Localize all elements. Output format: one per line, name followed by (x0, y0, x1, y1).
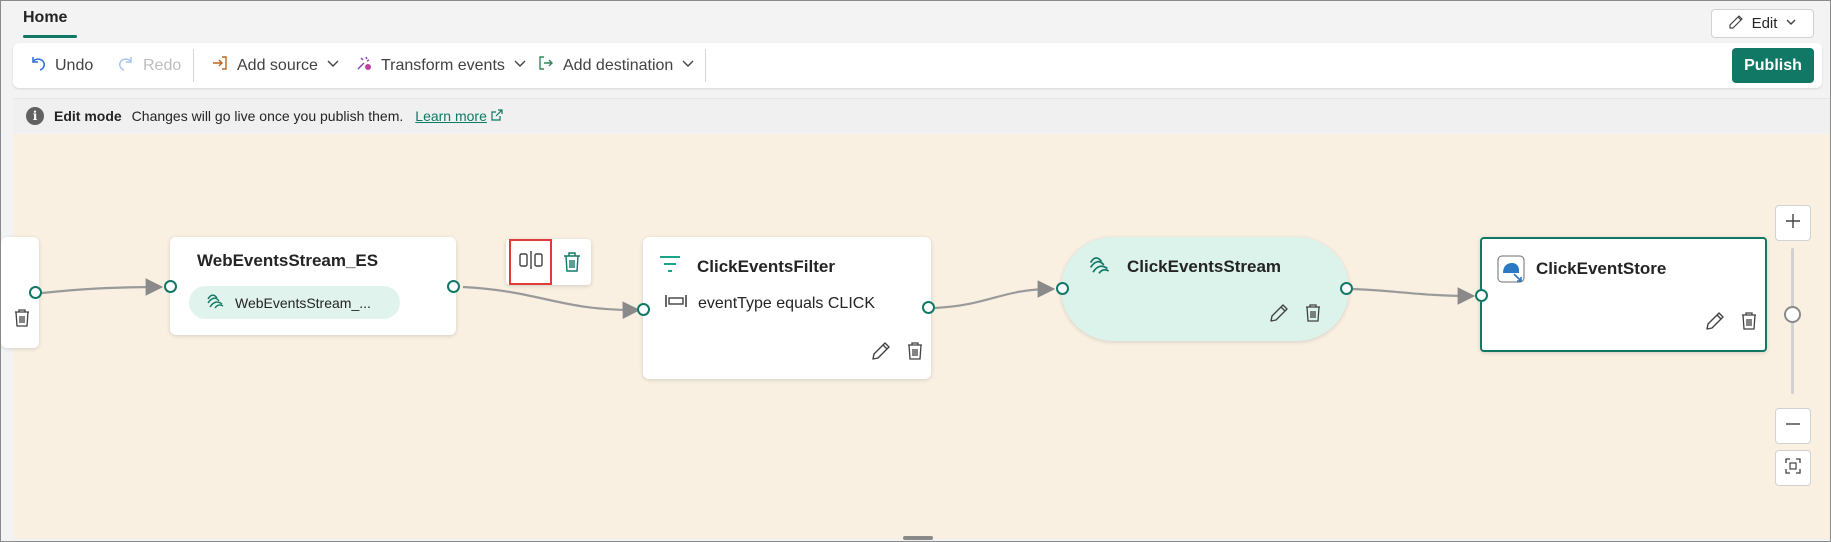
source-node-title: WebEventsStream_ES (197, 251, 379, 270)
chevron-down-icon (326, 56, 340, 75)
stream-icon (1087, 253, 1111, 282)
edit-mode-title: Edit mode (54, 108, 122, 124)
learn-more-link[interactable]: Learn more (415, 108, 487, 124)
publish-button[interactable]: Publish (1732, 48, 1814, 83)
edit-mode-label: Edit (1751, 15, 1778, 32)
destination-node-title: ClickEventStore (1536, 259, 1667, 278)
add-source-label: Add source (237, 56, 318, 74)
tab-home-indicator (23, 35, 77, 38)
chevron-down-icon (1785, 15, 1797, 32)
trash-icon[interactable] (11, 307, 33, 329)
stream-icon (205, 291, 225, 314)
filter-condition: eventType equals CLICK (664, 293, 875, 314)
tab-home[interactable]: Home (23, 9, 67, 27)
add-destination-button[interactable]: Add destination (537, 43, 695, 88)
trash-icon[interactable] (1738, 310, 1760, 332)
panel-resize-handle[interactable] (903, 536, 933, 540)
redo-label: Redo (143, 56, 182, 74)
pencil-icon[interactable] (870, 340, 892, 362)
edit-mode-button[interactable]: Edit (1711, 9, 1814, 38)
info-icon: i (26, 107, 44, 125)
sign-in-icon (211, 54, 229, 77)
plus-icon (1784, 212, 1802, 235)
add-destination-label: Add destination (563, 56, 674, 74)
sign-out-icon (537, 54, 555, 77)
pencil-icon[interactable] (1704, 310, 1726, 332)
redo-icon (117, 54, 135, 77)
output-port[interactable] (1340, 282, 1353, 295)
redo-button[interactable]: Redo (117, 43, 181, 88)
undo-label: Undo (55, 56, 94, 74)
trash-icon[interactable] (1302, 302, 1324, 324)
output-port[interactable] (29, 286, 42, 299)
pencil-icon[interactable] (1268, 302, 1290, 324)
chevron-down-icon (681, 56, 695, 75)
trash-icon[interactable] (561, 251, 583, 273)
insert-operator-button[interactable] (509, 239, 552, 285)
eventstore-icon (1497, 255, 1525, 288)
connector-toolbar (506, 239, 591, 285)
source-pill-label: WebEventsStream_... (235, 294, 371, 311)
source-stream-pill[interactable]: WebEventsStream_... (189, 286, 400, 319)
trash-icon[interactable] (904, 340, 926, 362)
transform-events-button[interactable]: Transform events (355, 43, 527, 88)
range-icon (664, 293, 688, 314)
chevron-down-icon (513, 56, 527, 75)
filter-icon (659, 255, 681, 278)
output-port[interactable] (447, 280, 460, 293)
undo-button[interactable]: Undo (29, 43, 93, 88)
toolbar-divider (193, 49, 194, 82)
output-port[interactable] (922, 301, 935, 314)
toolbar-divider (705, 49, 706, 82)
undo-icon (29, 54, 47, 77)
split-icon (518, 249, 544, 276)
ribbon-tabs: Home Edit (1, 1, 1830, 41)
fit-to-screen-button[interactable] (1775, 450, 1811, 486)
transform-events-label: Transform events (381, 56, 505, 74)
edit-mode-infobar: i Edit mode Changes will go live once yo… (13, 98, 1830, 133)
add-source-button[interactable]: Add source (211, 43, 340, 88)
minus-icon (1784, 415, 1802, 438)
input-port[interactable] (164, 280, 177, 293)
open-external-icon (490, 108, 504, 125)
zoom-in-button[interactable] (1775, 205, 1811, 241)
fit-screen-icon (1784, 457, 1802, 480)
main-toolbar: Undo Redo Add source Transform events Ad… (13, 43, 1822, 88)
pencil-icon (1728, 14, 1744, 34)
input-port[interactable] (637, 303, 650, 316)
filter-node-title: ClickEventsFilter (697, 257, 835, 276)
transform-icon (355, 54, 373, 77)
filter-condition-text: eventType equals CLICK (698, 294, 875, 312)
input-port[interactable] (1056, 282, 1069, 295)
zoom-slider-thumb[interactable] (1784, 306, 1801, 323)
edit-mode-message: Changes will go live once you publish th… (131, 108, 404, 124)
eventstream-editor: Home Edit Undo Redo Add source Transform… (0, 0, 1831, 542)
stream-node-title: ClickEventsStream (1127, 257, 1282, 276)
input-port[interactable] (1475, 289, 1488, 302)
zoom-out-button[interactable] (1775, 408, 1811, 444)
